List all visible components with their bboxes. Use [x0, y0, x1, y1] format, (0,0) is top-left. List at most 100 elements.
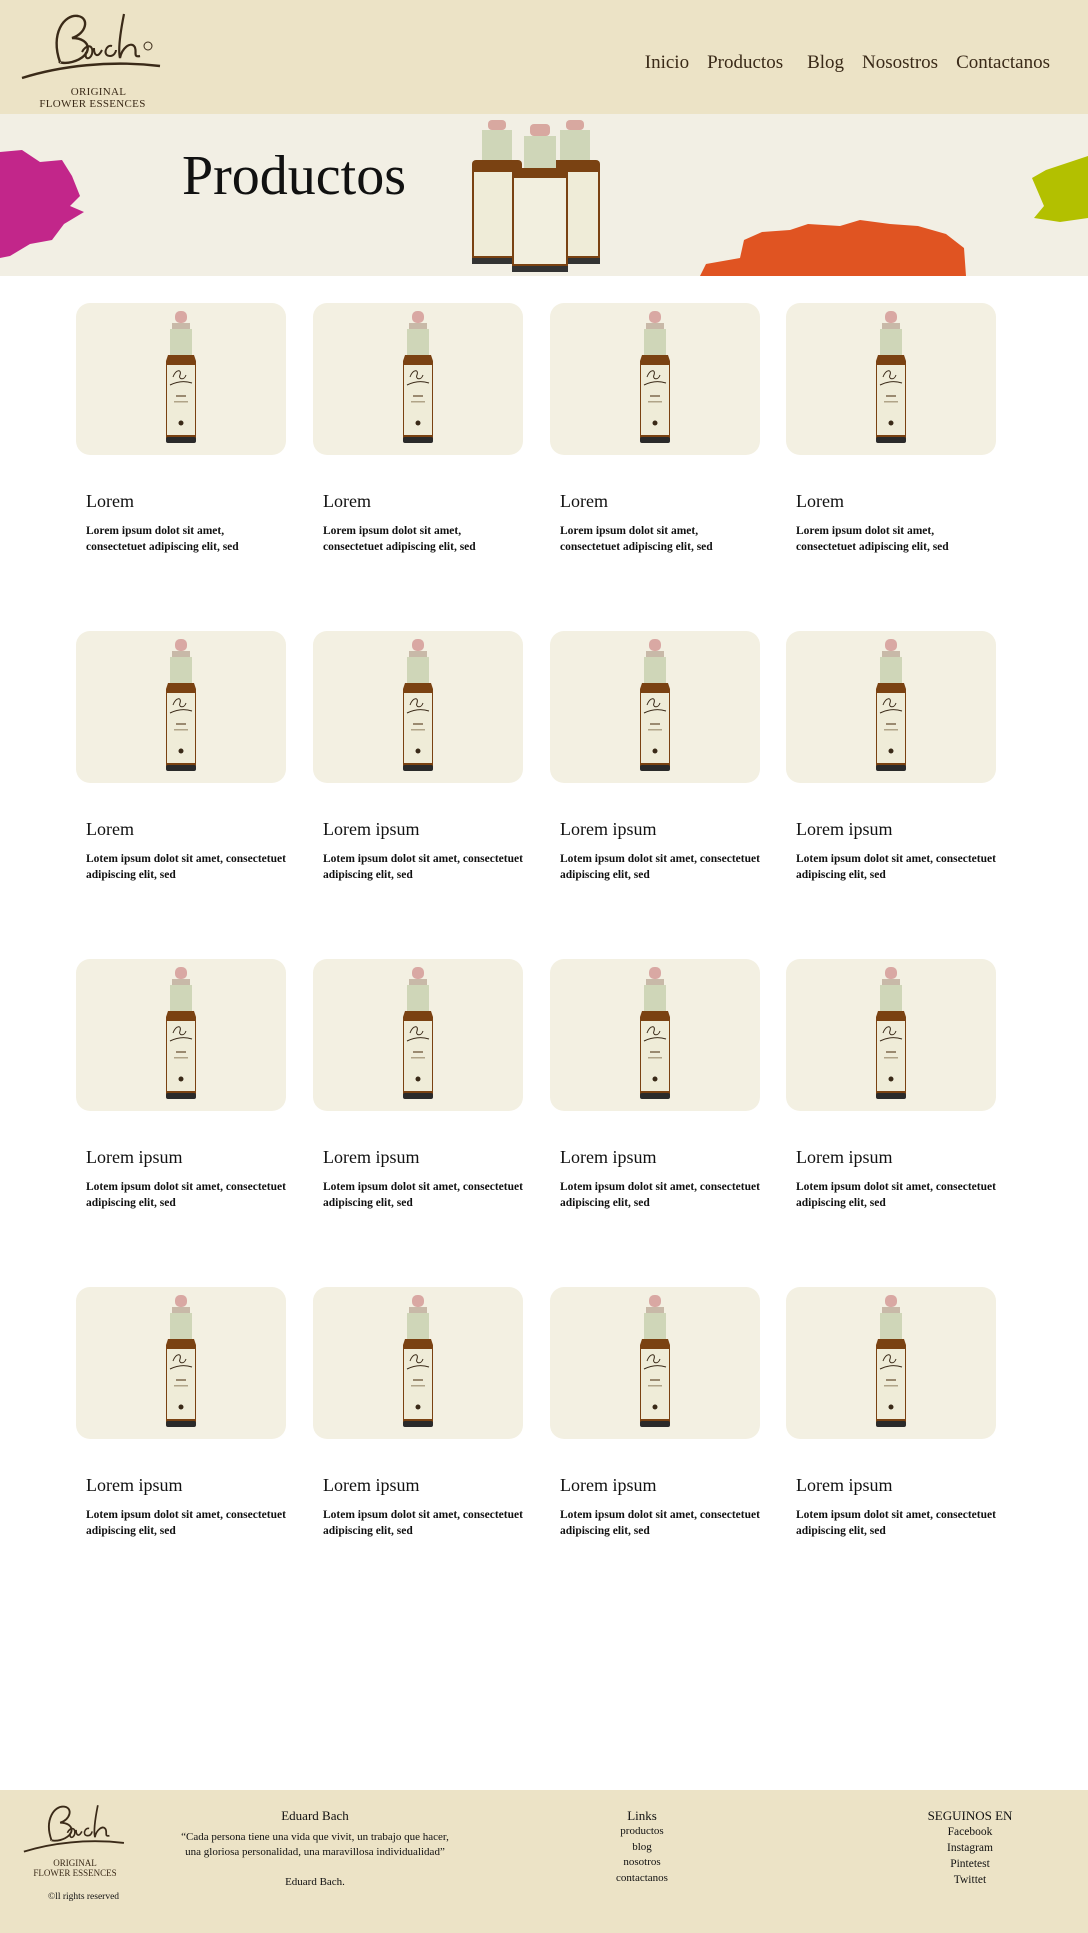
nav-inicio[interactable]: Inicio: [645, 52, 689, 74]
product-description: Lotem ipsum dolot sit amet, consectetuet…: [560, 1181, 760, 1209]
logo-flower-essences-text: FLOWER ESSENCES: [39, 98, 146, 110]
product-image[interactable]: [76, 303, 286, 455]
product-description: Lorem ipsum dolot sit amet, consectetuet…: [86, 525, 239, 553]
product-title[interactable]: Lorem ipsum: [323, 819, 420, 840]
product-image[interactable]: [786, 959, 996, 1111]
product-description: Lotem ipsum dolot sit amet, consectetuet…: [560, 1509, 760, 1537]
product-image[interactable]: [550, 1287, 760, 1439]
product-card[interactable]: Lorem ipsum Lotem ipsum dolot sit amet, c…: [313, 959, 523, 1249]
product-card[interactable]: Lorem Lotem ipsum dolot sit amet, consect…: [76, 631, 286, 921]
product-title[interactable]: Lorem ipsum: [796, 819, 893, 840]
product-title[interactable]: Lorem: [560, 491, 608, 512]
footer-social-twitter[interactable]: Twittet: [912, 1872, 1028, 1888]
nav-contactanos[interactable]: Contactanos: [956, 52, 1050, 74]
footer-links-title: Links: [627, 1808, 657, 1823]
footer-link-nosotros[interactable]: nosotros: [600, 1855, 684, 1871]
product-image[interactable]: [550, 631, 760, 783]
footer-social-facebook[interactable]: Facebook: [912, 1824, 1028, 1840]
product-title[interactable]: Lorem: [323, 491, 371, 512]
site-footer: ORIGINAL FLOWER ESSENCES ©ll rights rese…: [0, 1790, 1088, 1933]
bach-bottle-icon: [640, 311, 670, 443]
bach-bottle-icon: [640, 967, 670, 1099]
footer-link-contactanos[interactable]: contactanos: [600, 1871, 684, 1887]
product-image[interactable]: [786, 303, 996, 455]
page-title: Productos: [182, 145, 406, 207]
nav-productos[interactable]: Productos: [707, 52, 783, 74]
product-card[interactable]: Lorem Lorem ipsum dolot sit amet, consect…: [550, 303, 760, 593]
footer-social-title: SEGUINOS EN: [927, 1808, 1013, 1823]
product-title[interactable]: Lorem ipsum: [796, 1147, 893, 1168]
product-title[interactable]: Lorem ipsum: [560, 1475, 657, 1496]
footer-link-blog[interactable]: blog: [600, 1840, 684, 1856]
product-description: Lotem ipsum dolot sit amet, consectetuet…: [86, 853, 286, 881]
product-description: Lotem ipsum dolot sit amet, consectetuet…: [323, 853, 523, 881]
product-title[interactable]: Lorem ipsum: [86, 1475, 183, 1496]
product-card[interactable]: Lorem ipsum Lotem ipsum dolot sit amet, c…: [313, 1287, 523, 1577]
product-image[interactable]: [550, 959, 760, 1111]
bach-bottle-icon: [876, 311, 906, 443]
product-image[interactable]: [313, 959, 523, 1111]
bach-bottle-icon: [403, 639, 433, 771]
nav-blog[interactable]: Blog: [807, 52, 844, 74]
nav-nosostros[interactable]: Nosostros: [862, 52, 938, 74]
product-card[interactable]: Lorem ipsum Lotem ipsum dolot sit amet, c…: [76, 1287, 286, 1577]
product-title[interactable]: Lorem ipsum: [560, 1147, 657, 1168]
product-card[interactable]: Lorem ipsum Lotem ipsum dolot sit amet, c…: [786, 959, 996, 1249]
product-image[interactable]: [76, 959, 286, 1111]
quote-author: Eduard Bach: [281, 1808, 349, 1823]
product-card[interactable]: Lorem ipsum Lotem ipsum dolot sit amet, c…: [786, 1287, 996, 1577]
product-image[interactable]: [786, 631, 996, 783]
product-description: Lotem ipsum dolot sit amet, consectetuet…: [323, 1181, 523, 1209]
product-title[interactable]: Lorem: [796, 491, 844, 512]
product-image[interactable]: [313, 631, 523, 783]
product-title[interactable]: Lorem ipsum: [560, 819, 657, 840]
footer-quote: Eduard Bach “Cada persona tiene una vida…: [180, 1808, 450, 1888]
product-image[interactable]: [313, 1287, 523, 1439]
footer-social-pinterest[interactable]: Pintetest: [912, 1856, 1028, 1872]
product-card[interactable]: Lorem ipsum Lotem ipsum dolot sit amet, c…: [786, 631, 996, 921]
product-image[interactable]: [550, 303, 760, 455]
bach-bottle-icon: [403, 311, 433, 443]
bach-bottle-icon: [166, 967, 196, 1099]
product-title[interactable]: Lorem ipsum: [323, 1147, 420, 1168]
footer-social-instagram[interactable]: Instagram: [912, 1840, 1028, 1856]
product-title[interactable]: Lorem: [86, 819, 134, 840]
bach-logo[interactable]: ORIGINAL FLOWER ESSENCES: [20, 4, 165, 110]
bach-bottle-icon: [166, 311, 196, 443]
bach-bottle-icon: [166, 1295, 196, 1427]
product-description: Lorem ipsum dolot sit amet, consectetuet…: [323, 525, 476, 553]
product-card[interactable]: Lorem Lorem ipsum dolot sit amet, consect…: [76, 303, 286, 593]
bach-bottle-icon: [640, 639, 670, 771]
footer-logo[interactable]: ORIGINAL FLOWER ESSENCES ©ll rights rese…: [20, 1798, 130, 1918]
footer-link-productos[interactable]: productos: [600, 1824, 684, 1840]
product-card[interactable]: Lorem ipsum Lotem ipsum dolot sit amet, c…: [313, 631, 523, 921]
footer-bach-logo-mark: [23, 1805, 125, 1853]
product-card[interactable]: Lorem ipsum Lotem ipsum dolot sit amet, c…: [550, 631, 760, 921]
bach-bottle-icon: [876, 967, 906, 1099]
footer-links: Links productos blog nosotros contactano…: [600, 1808, 684, 1886]
product-card[interactable]: Lorem Lorem ipsum dolot sit amet, consect…: [313, 303, 523, 593]
product-card[interactable]: Lorem ipsum Lotem ipsum dolot sit amet, c…: [550, 1287, 760, 1577]
product-description: Lotem ipsum dolot sit amet, consectetuet…: [323, 1509, 523, 1537]
product-image[interactable]: [76, 1287, 286, 1439]
product-title[interactable]: Lorem ipsum: [323, 1475, 420, 1496]
product-description: Lotem ipsum dolot sit amet, consectetuet…: [796, 1181, 996, 1209]
site-header: ORIGINAL FLOWER ESSENCES Inicio Producto…: [0, 0, 1088, 114]
bach-bottle-icon: [166, 639, 196, 771]
product-card[interactable]: Lorem ipsum Lotem ipsum dolot sit amet, c…: [550, 959, 760, 1249]
product-description: Lotem ipsum dolot sit amet, consectetuet…: [560, 853, 760, 881]
product-image[interactable]: [786, 1287, 996, 1439]
quote-text: “Cada persona tiene una vida que vivit, …: [181, 1831, 449, 1858]
product-card[interactable]: Lorem Lorem ipsum dolot sit amet, consect…: [786, 303, 996, 593]
product-image[interactable]: [76, 631, 286, 783]
product-description: Lotem ipsum dolot sit amet, consectetuet…: [86, 1181, 286, 1209]
product-image[interactable]: [313, 303, 523, 455]
product-title[interactable]: Lorem ipsum: [86, 1147, 183, 1168]
bach-bottle-icon: [876, 1295, 906, 1427]
product-card[interactable]: Lorem ipsum Lotem ipsum dolot sit amet, c…: [76, 959, 286, 1249]
product-title[interactable]: Lorem ipsum: [796, 1475, 893, 1496]
footer-logo-original: ORIGINAL: [53, 1858, 97, 1868]
bach-bottle-icon: [640, 1295, 670, 1427]
product-title[interactable]: Lorem: [86, 491, 134, 512]
product-description: Lotem ipsum dolot sit amet, consectetuet…: [796, 853, 996, 881]
